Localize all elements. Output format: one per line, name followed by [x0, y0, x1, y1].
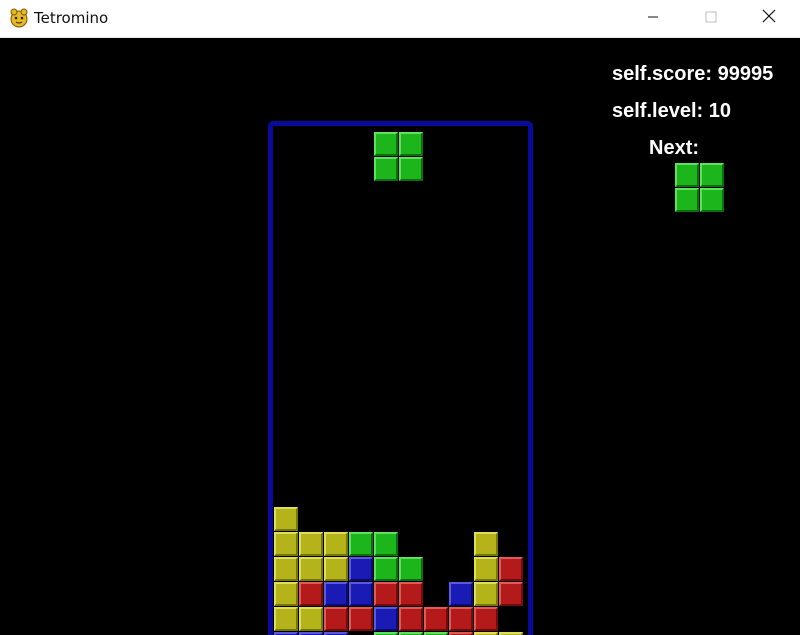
stack-block — [274, 607, 298, 631]
stack-block — [299, 607, 323, 631]
game-canvas[interactable]: self.score: 99995 self.level: 10 Next: — [0, 38, 800, 635]
stack-block — [374, 582, 398, 606]
next-piece-block — [700, 188, 724, 212]
stack-block — [474, 532, 498, 556]
stack-block — [449, 607, 473, 631]
stack-block — [399, 582, 423, 606]
falling-block — [399, 132, 423, 156]
stack-block — [349, 557, 373, 581]
maximize-button[interactable] — [682, 0, 740, 37]
minimize-icon — [647, 10, 659, 28]
stack-block — [349, 582, 373, 606]
close-icon — [762, 9, 776, 28]
stack-block — [299, 532, 323, 556]
stack-block — [399, 607, 423, 631]
close-button[interactable] — [740, 0, 798, 37]
stack-block — [499, 582, 523, 606]
stack-block — [274, 507, 298, 531]
stack-block — [374, 607, 398, 631]
stack-block — [449, 582, 473, 606]
minimize-button[interactable] — [624, 0, 682, 37]
maximize-icon — [705, 10, 717, 28]
stack-block — [474, 607, 498, 631]
stack-block — [299, 557, 323, 581]
stack-block — [274, 557, 298, 581]
stack-block — [499, 557, 523, 581]
falling-block — [399, 157, 423, 181]
stack-block — [374, 532, 398, 556]
pygame-snake-icon — [8, 7, 30, 29]
stack-block — [324, 557, 348, 581]
level-display: self.level: 10 — [612, 100, 731, 122]
stack-block — [274, 532, 298, 556]
stack-block — [374, 557, 398, 581]
falling-block — [374, 132, 398, 156]
stack-block — [474, 557, 498, 581]
stack-block — [324, 532, 348, 556]
stack-block — [299, 582, 323, 606]
next-piece-block — [675, 163, 699, 187]
falling-block — [374, 157, 398, 181]
stack-block — [324, 607, 348, 631]
stack-block — [324, 582, 348, 606]
stack-block — [474, 582, 498, 606]
next-label: Next: — [649, 137, 700, 159]
next-piece-block — [700, 163, 724, 187]
next-piece-block — [675, 188, 699, 212]
stack-block — [399, 557, 423, 581]
window-titlebar: Tetromino — [0, 0, 800, 38]
window-title: Tetromino — [34, 9, 109, 27]
stack-block — [424, 607, 448, 631]
stack-block — [349, 532, 373, 556]
stack-block — [349, 607, 373, 631]
score-display: self.score: 99995 — [612, 63, 774, 85]
stack-block — [274, 582, 298, 606]
